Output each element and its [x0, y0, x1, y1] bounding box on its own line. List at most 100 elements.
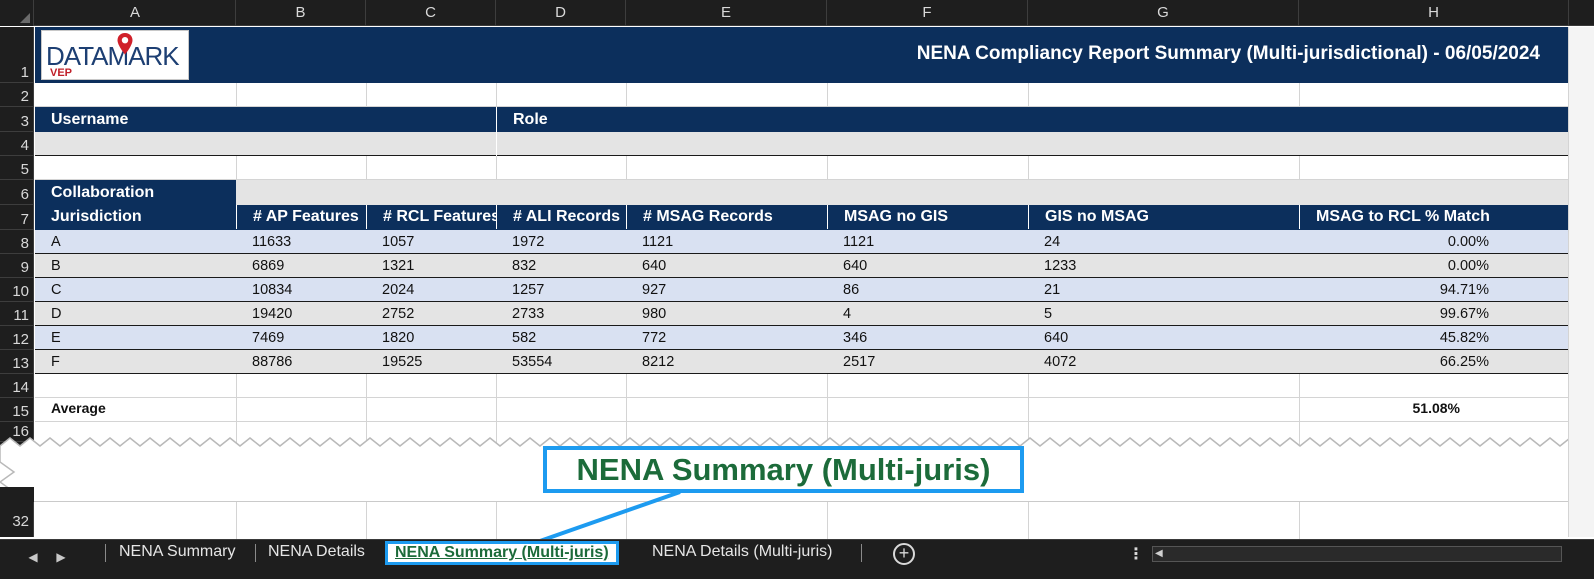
- cell-msag-rcl-match[interactable]: 94.71%: [1299, 278, 1497, 302]
- column-header-a[interactable]: A: [35, 0, 236, 26]
- cell-gis-no-msag[interactable]: 5: [1028, 302, 1052, 326]
- cell-jurisdiction[interactable]: A: [35, 230, 61, 254]
- cell-jurisdiction[interactable]: B: [35, 254, 61, 278]
- average-value[interactable]: 51.08%: [1298, 400, 1468, 416]
- column-header-e[interactable]: E: [626, 0, 827, 26]
- cell-ap-features[interactable]: 11633: [236, 230, 291, 254]
- cell-msag-no-gis[interactable]: 1121: [827, 230, 874, 254]
- cell-msag-records[interactable]: 1121: [626, 230, 673, 254]
- row-header-5[interactable]: 5: [0, 156, 34, 180]
- sheet-tab-bar: ◀ ▶ NENA Summary NENA Details NENA Summa…: [0, 539, 1594, 579]
- horizontal-scrollbar[interactable]: ◀: [1152, 546, 1562, 562]
- tab-nena-details[interactable]: NENA Details: [268, 540, 365, 564]
- user-values-row: [35, 132, 1568, 156]
- map-pin-icon: [117, 33, 133, 55]
- cell-jurisdiction[interactable]: C: [35, 278, 61, 302]
- row-header-15[interactable]: 15: [0, 398, 34, 422]
- tab-nena-summary-multi-juris[interactable]: NENA Summary (Multi-juris): [385, 541, 619, 565]
- cell-msag-rcl-match[interactable]: 45.82%: [1299, 326, 1497, 350]
- row-header-4[interactable]: 4: [0, 132, 34, 156]
- cell-ali-records[interactable]: 2733: [496, 302, 544, 326]
- cell-rcl-features[interactable]: 1820: [366, 326, 414, 350]
- chevron-right-icon[interactable]: ▶: [52, 546, 70, 568]
- cell-msag-records[interactable]: 980: [626, 302, 666, 326]
- cell-ali-records[interactable]: 832: [496, 254, 536, 278]
- cell-jurisdiction[interactable]: D: [35, 302, 61, 326]
- row-header-3[interactable]: 3: [0, 107, 34, 132]
- cell-ali-records[interactable]: 582: [496, 326, 536, 350]
- cell-msag-rcl-match[interactable]: 0.00%: [1299, 230, 1497, 254]
- row-header-13[interactable]: 13: [0, 350, 34, 374]
- column-header-b[interactable]: B: [236, 0, 366, 26]
- table-row: D 19420 2752 2733 980 4 5 99.67%: [35, 302, 1568, 326]
- cell-msag-rcl-match[interactable]: 66.25%: [1299, 350, 1497, 374]
- row-header-12[interactable]: 12: [0, 326, 34, 350]
- more-options-icon[interactable]: ⋮: [1128, 544, 1144, 564]
- cell-gis-no-msag[interactable]: 24: [1028, 230, 1060, 254]
- cell-ap-features[interactable]: 10834: [236, 278, 292, 302]
- cell-rcl-features[interactable]: 2752: [366, 302, 414, 326]
- tab-divider: [255, 544, 256, 562]
- cell-gis-no-msag[interactable]: 21: [1028, 278, 1060, 302]
- tab-nena-details-multi-juris[interactable]: NENA Details (Multi-juris): [652, 540, 832, 564]
- column-header-c[interactable]: C: [366, 0, 496, 26]
- report-title-band: DATAMARK VEP NENA Compliancy Report Summ…: [35, 27, 1568, 83]
- cell-rcl-features[interactable]: 1321: [366, 254, 414, 278]
- cell-msag-records[interactable]: 640: [626, 254, 666, 278]
- vertical-scroll-strip[interactable]: [1568, 27, 1594, 537]
- cell-rcl-features[interactable]: 1057: [366, 230, 414, 254]
- cell-gis-no-msag[interactable]: 640: [1028, 326, 1068, 350]
- column-header-g[interactable]: G: [1028, 0, 1299, 26]
- row-header-8[interactable]: 8: [0, 230, 34, 254]
- cell-msag-no-gis[interactable]: 4: [827, 302, 851, 326]
- cell-msag-rcl-match[interactable]: 0.00%: [1299, 254, 1497, 278]
- cell-rcl-features[interactable]: 2024: [366, 278, 414, 302]
- chevron-left-icon[interactable]: ◀: [24, 546, 42, 568]
- cell-msag-records[interactable]: 772: [626, 326, 666, 350]
- cell-msag-rcl-match[interactable]: 99.67%: [1299, 302, 1497, 326]
- column-header-d[interactable]: D: [496, 0, 626, 26]
- cell-msag-no-gis[interactable]: 2517: [827, 350, 875, 374]
- cell-ap-features[interactable]: 7469: [236, 326, 284, 350]
- cell-rcl-features[interactable]: 19525: [366, 350, 422, 374]
- table-row: E 7469 1820 582 772 346 640 45.82%: [35, 326, 1568, 350]
- cell-msag-records[interactable]: 927: [626, 278, 666, 302]
- scroll-left-icon[interactable]: ◀: [1155, 547, 1163, 561]
- add-sheet-icon[interactable]: +: [893, 543, 915, 565]
- cell-msag-no-gis[interactable]: 640: [827, 254, 867, 278]
- column-header-h[interactable]: H: [1299, 0, 1569, 26]
- row-header-2[interactable]: 2: [0, 83, 34, 107]
- row-header-1[interactable]: 1: [0, 27, 34, 83]
- cell-ali-records[interactable]: 53554: [496, 350, 552, 374]
- row-header-14[interactable]: 14: [0, 374, 34, 398]
- cell-ali-records[interactable]: 1972: [496, 230, 544, 254]
- cell-ap-features[interactable]: 88786: [236, 350, 292, 374]
- table-row: F 88786 19525 53554 8212 2517 4072 66.25…: [35, 350, 1568, 374]
- report-title: NENA Compliancy Report Summary (Multi-ju…: [916, 43, 1540, 64]
- tab-nena-summary[interactable]: NENA Summary: [119, 540, 235, 564]
- row-header-6[interactable]: 6: [0, 180, 34, 205]
- cell-msag-records[interactable]: 8212: [626, 350, 674, 374]
- cell-gis-no-msag[interactable]: 4072: [1028, 350, 1076, 374]
- cell-gis-no-msag[interactable]: 1233: [1028, 254, 1076, 278]
- cell-ali-records[interactable]: 1257: [496, 278, 544, 302]
- datamark-logo: DATAMARK VEP: [41, 30, 189, 80]
- average-label: Average: [51, 400, 106, 416]
- row-header-10[interactable]: 10: [0, 278, 34, 302]
- header-gis-no-msag: GIS no MSAG: [1028, 205, 1299, 229]
- row-header-11[interactable]: 11: [0, 302, 34, 326]
- cell-msag-no-gis[interactable]: 346: [827, 326, 867, 350]
- select-all-corner[interactable]: [0, 0, 34, 26]
- cell-jurisdiction[interactable]: F: [35, 350, 60, 374]
- role-label: Role: [513, 110, 548, 128]
- row-header-9[interactable]: 9: [0, 254, 34, 278]
- cell-jurisdiction[interactable]: E: [35, 326, 61, 350]
- row-header-32[interactable]: 32: [0, 507, 34, 531]
- row-header-7[interactable]: 7: [0, 205, 34, 230]
- column-header-f[interactable]: F: [827, 0, 1028, 26]
- header-jurisdiction: Jurisdiction: [51, 208, 142, 225]
- cell-msag-no-gis[interactable]: 86: [827, 278, 859, 302]
- cell-ap-features[interactable]: 6869: [236, 254, 284, 278]
- table-row: C 10834 2024 1257 927 86 21 94.71%: [35, 278, 1568, 302]
- cell-ap-features[interactable]: 19420: [236, 302, 292, 326]
